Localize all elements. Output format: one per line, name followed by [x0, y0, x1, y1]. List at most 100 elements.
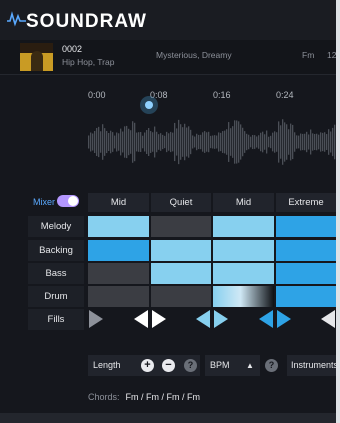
waveform-bar [324, 132, 326, 152]
arrangement-cell[interactable] [213, 216, 274, 237]
waveform-bar [90, 132, 92, 152]
waveform-bar [156, 131, 158, 153]
arrangement-cell[interactable] [151, 263, 211, 284]
arrangement-cell[interactable] [88, 286, 149, 307]
waveform-bar [190, 129, 192, 155]
waveform-bar [112, 132, 114, 152]
waveform-bar [184, 123, 186, 161]
chords-label: Chords: [88, 392, 120, 402]
waveform-bar [168, 133, 170, 151]
waveform-bar [248, 134, 250, 150]
waveform-bar [206, 132, 208, 152]
waveform-bar [212, 135, 214, 149]
section-label[interactable]: Mid [88, 193, 149, 212]
fill-triangle-icon[interactable] [152, 310, 166, 328]
instruments-label: Instruments [291, 360, 336, 370]
track-cover-image[interactable] [20, 43, 53, 71]
waveform-bar [102, 124, 104, 160]
row-label-drum: Drum [28, 286, 84, 307]
waveform-bar [264, 134, 266, 150]
window-edge [336, 0, 340, 423]
waveform-bar [96, 128, 98, 156]
fill-triangle-icon[interactable] [134, 310, 148, 328]
fill-triangle-icon[interactable] [259, 310, 273, 328]
waveform-bar [176, 128, 178, 156]
playhead-handle[interactable] [140, 96, 158, 114]
section-label[interactable]: Quiet [151, 193, 211, 212]
waveform-bar [204, 131, 206, 153]
waveform-bar [128, 128, 130, 156]
plus-icon[interactable]: + [141, 359, 154, 372]
waveform-bar [300, 133, 302, 151]
waveform-bar [166, 131, 168, 153]
arrangement-cell[interactable] [276, 216, 336, 237]
waveform-bar [220, 132, 222, 152]
waveform-bar [116, 132, 118, 152]
waveform-bar [332, 127, 334, 157]
waveform-bar [118, 133, 120, 151]
arrangement-cell[interactable] [151, 216, 211, 237]
arrangement-cell[interactable] [276, 240, 336, 261]
waveform-bar [268, 136, 270, 148]
arrangement-cell[interactable] [213, 263, 274, 284]
waveform-bar [282, 119, 284, 165]
bottom-bar [0, 413, 336, 423]
waveform-bar [106, 130, 108, 154]
fill-triangle-icon[interactable] [321, 310, 335, 328]
waveform-bar [188, 126, 190, 158]
row-label-fills: Fills [28, 309, 84, 330]
length-label: Length [93, 360, 121, 370]
fill-triangle-icon[interactable] [277, 310, 291, 328]
waveform-bar [108, 133, 110, 151]
bpm-up-arrow-icon[interactable]: ▲ [246, 355, 254, 376]
waveform-bar [304, 133, 306, 151]
fill-triangle-icon[interactable] [196, 310, 210, 328]
arrangement-cell[interactable] [213, 286, 274, 307]
arrangement-cell[interactable] [88, 263, 149, 284]
waveform-bar [226, 129, 228, 155]
arrangement-cell[interactable] [151, 240, 211, 261]
arrangement-cell[interactable] [88, 240, 149, 261]
waveform-bar [232, 126, 234, 158]
arrangement-cell[interactable] [151, 286, 211, 307]
row-label-backing: Backing [28, 240, 84, 261]
waveform-bar [246, 133, 248, 151]
top-bar: SOUNDRAW [0, 0, 336, 40]
help-icon[interactable]: ? [265, 359, 278, 372]
fill-triangle-icon[interactable] [89, 310, 103, 328]
instruments-control[interactable]: Instruments [287, 355, 336, 376]
waveform-bar [252, 134, 254, 150]
waveform-bar [146, 129, 148, 155]
bpm-label: BPM [210, 360, 230, 370]
bpm-control[interactable]: BPM ▲ [205, 355, 260, 376]
waveform-bar [172, 132, 174, 152]
waveform-bar [236, 120, 238, 164]
waveform-bar [274, 131, 276, 153]
waveform-bar [162, 134, 164, 150]
waveform-bar [214, 135, 216, 149]
waveform-bar [160, 133, 162, 151]
fill-triangle-icon[interactable] [214, 310, 228, 328]
waveform-bar [314, 133, 316, 151]
waveform-bar [180, 124, 182, 160]
arrangement-cell[interactable] [88, 216, 149, 237]
waveform-bar [182, 127, 184, 157]
waveform-bar [98, 126, 100, 158]
waveform-bar [310, 129, 312, 155]
section-label[interactable]: Extreme [276, 193, 336, 212]
arrangement-cell[interactable] [276, 263, 336, 284]
arrangement-cell[interactable] [276, 286, 336, 307]
waveform-bar [134, 122, 136, 162]
waveform-bar [122, 131, 124, 153]
waveform-bar [218, 132, 220, 152]
section-label[interactable]: Mid [213, 193, 274, 212]
arrangement-cell[interactable] [213, 240, 274, 261]
waveform[interactable] [88, 115, 336, 169]
waveform-bar [270, 135, 272, 149]
track-number: 0002 [62, 44, 83, 54]
minus-icon[interactable]: − [162, 359, 175, 372]
waveform-bar [144, 132, 146, 152]
timeline-tick: 0:16 [213, 90, 231, 100]
mixer-toggle[interactable] [57, 195, 79, 207]
help-icon[interactable]: ? [184, 359, 197, 372]
